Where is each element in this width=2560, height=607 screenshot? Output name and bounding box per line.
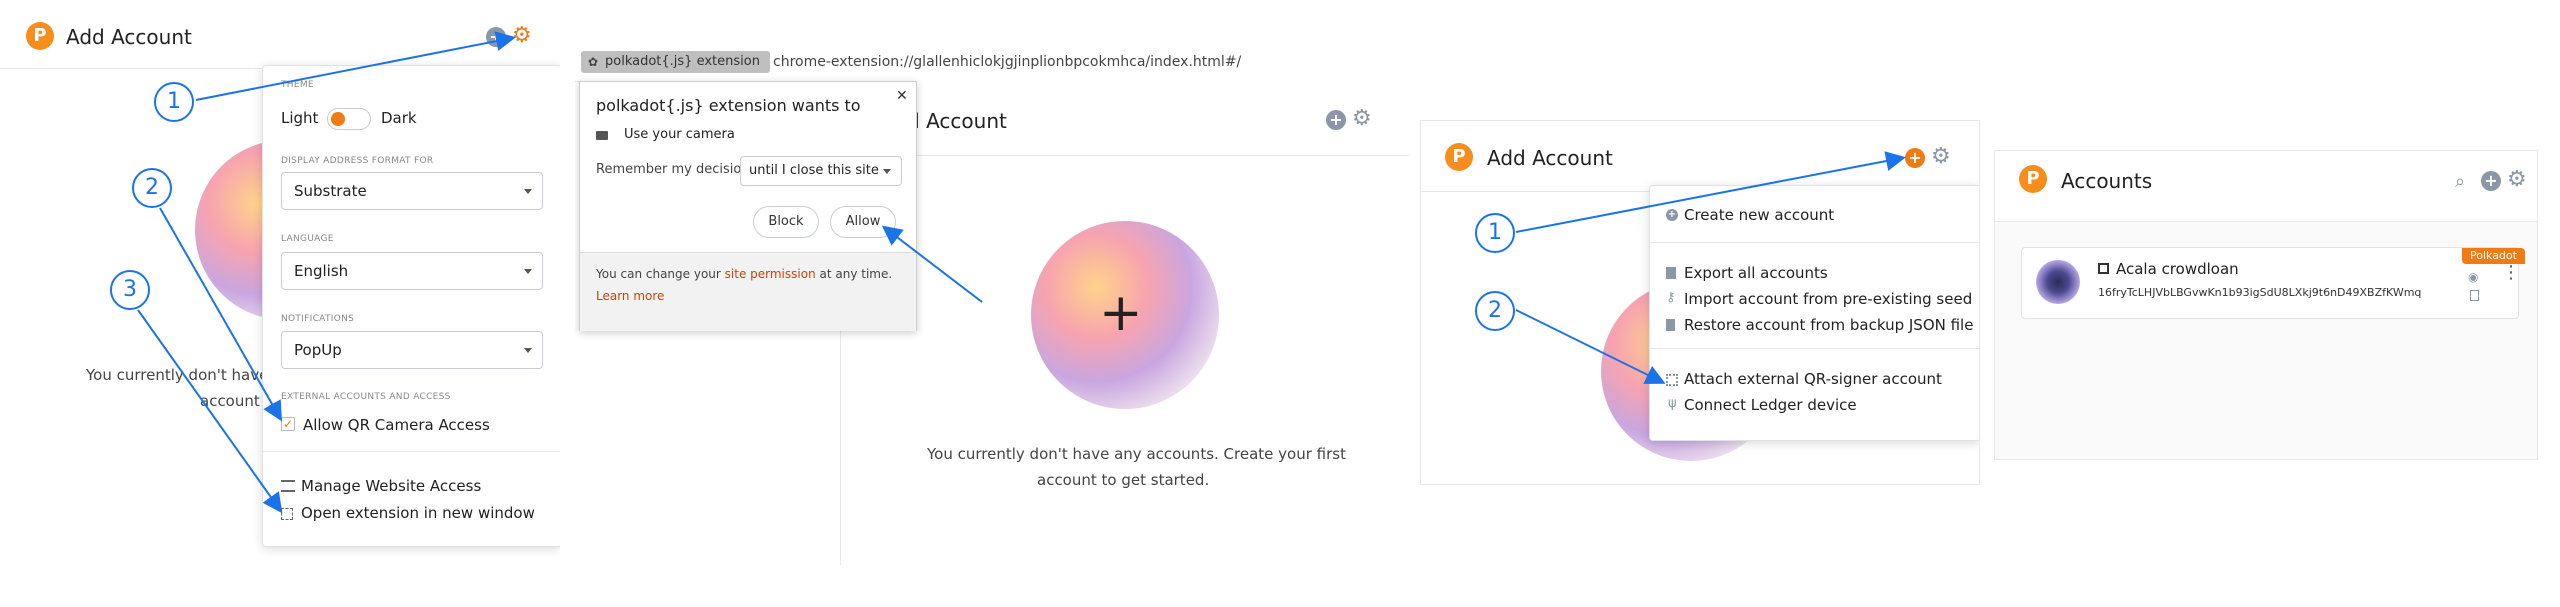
arrow-1-to-add (1515, 151, 1906, 233)
arrow-2-to-attach-qr (1515, 309, 1666, 384)
arrow-to-allow (881, 225, 983, 303)
callout-arrows (137, 31, 1906, 514)
arrow-1-to-gear (195, 31, 516, 101)
arrow-3-to-window (137, 309, 283, 514)
arrow-2-to-qr (159, 207, 282, 422)
